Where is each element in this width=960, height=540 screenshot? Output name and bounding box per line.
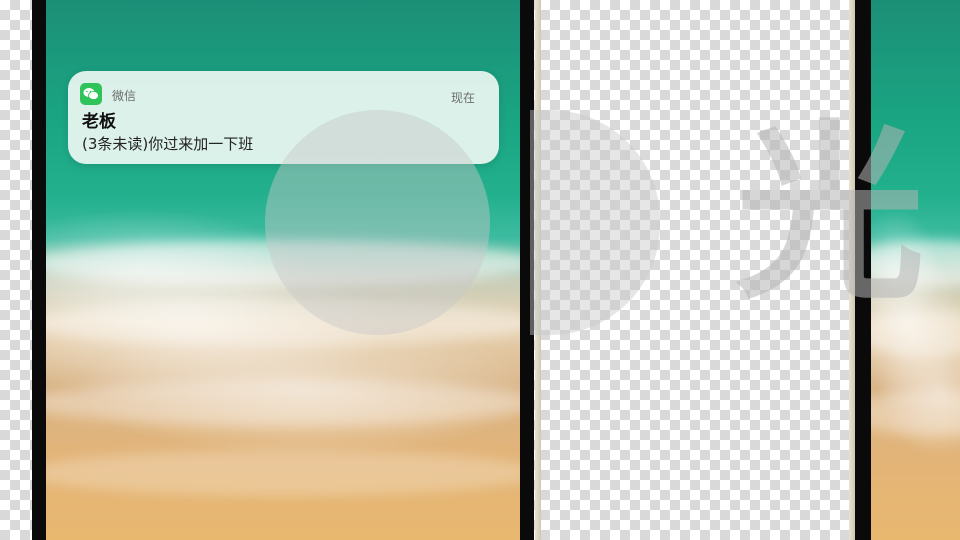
wave-foam [46,240,520,286]
wave-foam [46,380,520,426]
beach-wallpaper [871,0,960,540]
wave-foam [46,450,520,496]
watermark-shape [530,110,660,335]
wechat-icon [80,83,102,105]
app-name: 微信 [112,89,137,103]
lock-screen [871,0,960,540]
wave-foam [46,300,520,346]
phone-frame-right [855,0,960,540]
wave-foam [871,240,960,286]
notification-sender: 老板 [82,112,116,132]
wave-foam [871,310,960,356]
notification-message: (3条未读)你过来加一下班 [82,135,254,153]
wechat-bubbles-icon [83,88,99,100]
phone-side-edge [535,0,541,540]
notification-time: 现在 [450,91,475,105]
wave-foam [871,390,960,436]
wechat-notification[interactable]: 微信 现在 老板 (3条未读)你过来加一下班 [68,71,499,164]
